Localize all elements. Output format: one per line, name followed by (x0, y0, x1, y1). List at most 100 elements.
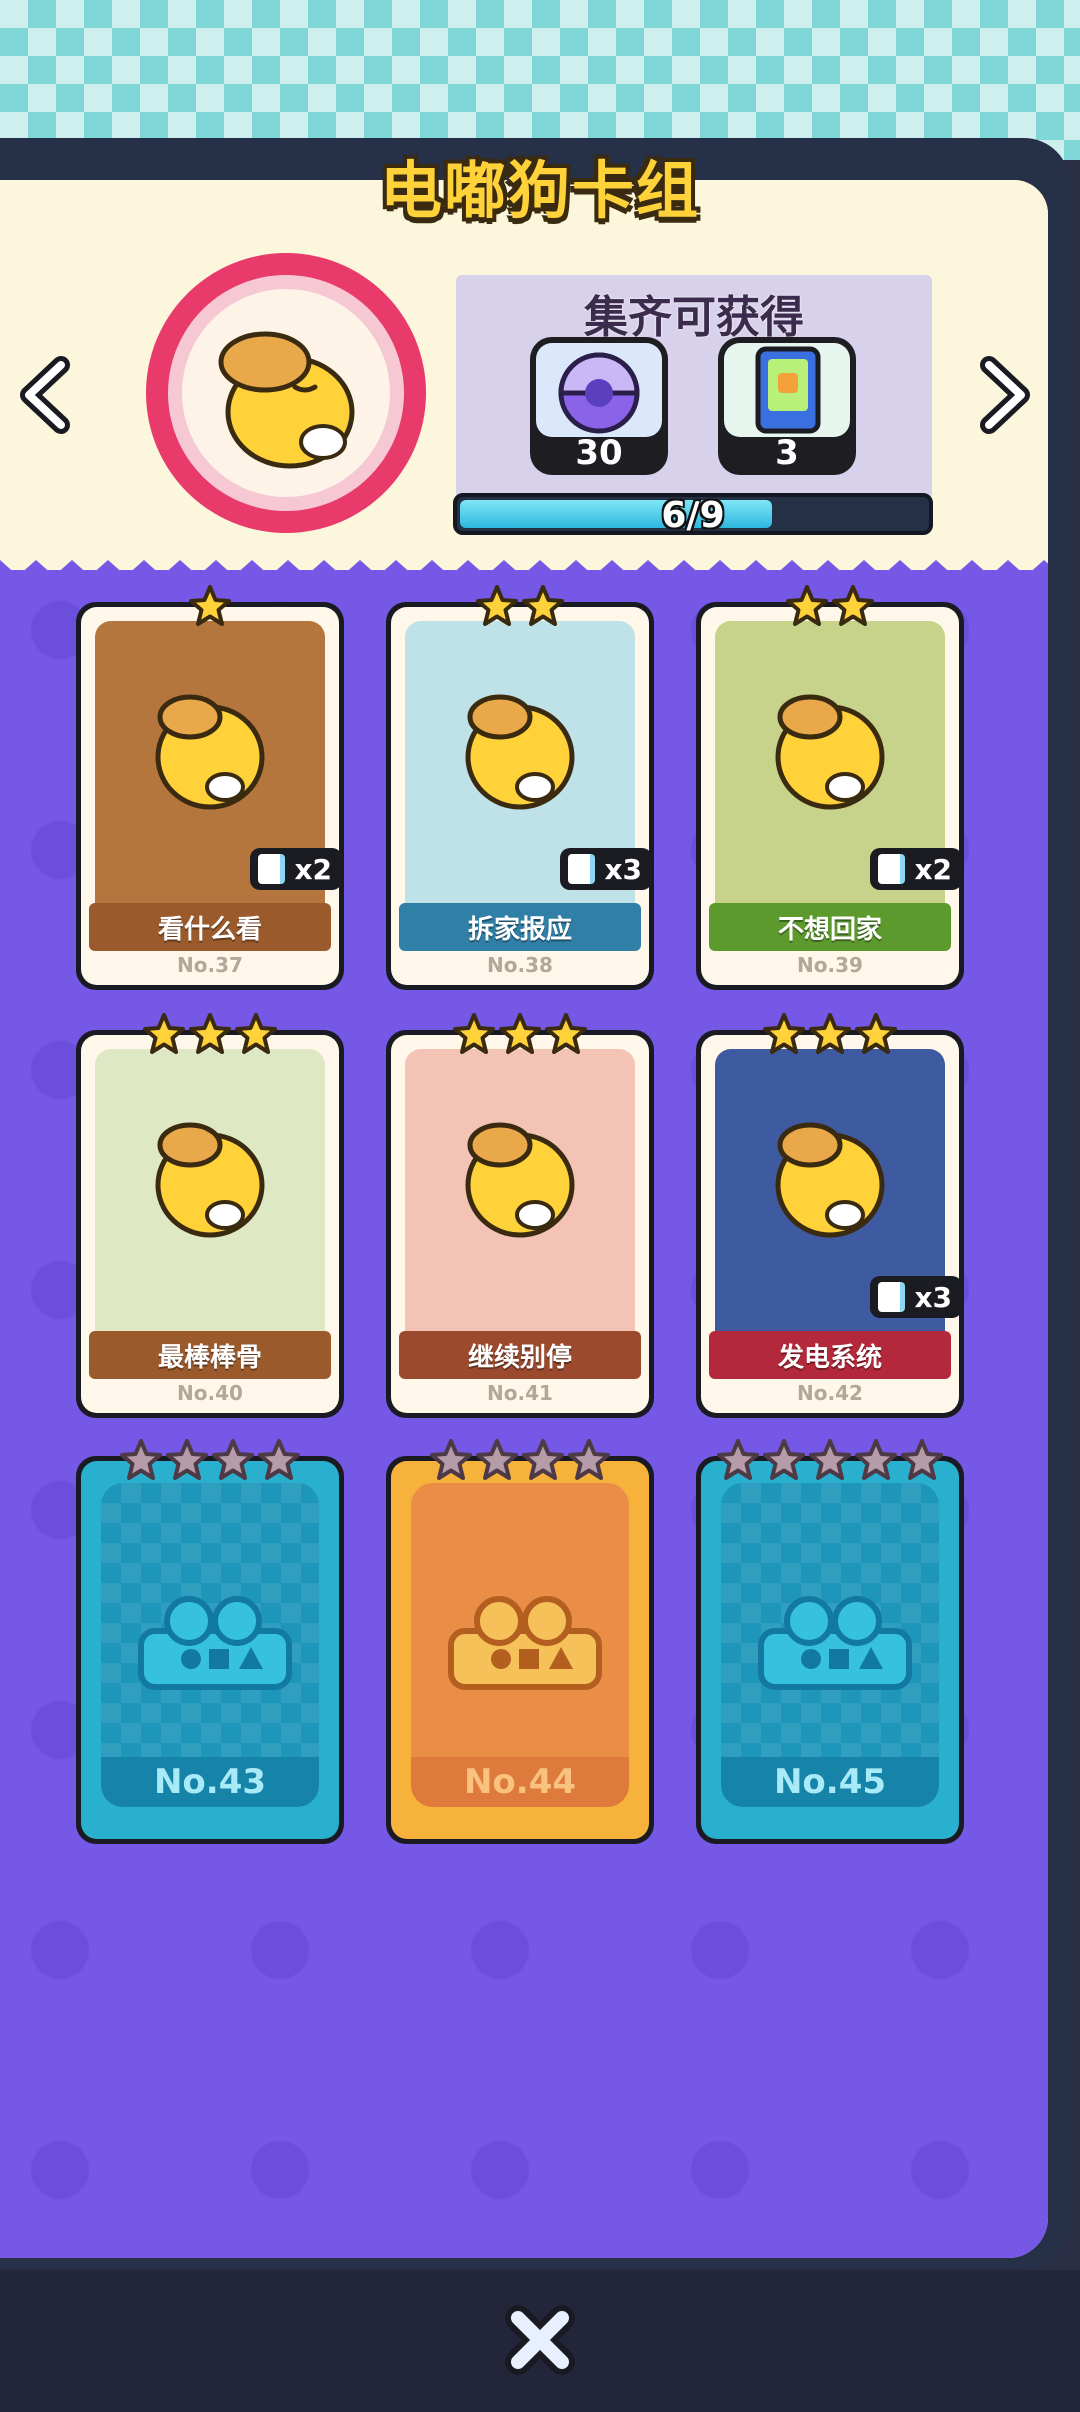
star-icon (809, 1013, 851, 1054)
card-face: 发电系统 No.42 (701, 1035, 959, 1413)
star-icon (717, 1439, 759, 1480)
collection-card[interactable]: 最棒棒骨 No.40 (76, 1013, 344, 1418)
card-title: 最棒棒骨 (89, 1331, 331, 1379)
star-icon (832, 585, 874, 626)
card-face: 拆家报应 No.38 (391, 607, 649, 985)
game-logo-icon (758, 1596, 912, 1690)
collection-card[interactable]: 看什么看 No.37 x2 (76, 585, 344, 990)
dog-icon (775, 1122, 885, 1238)
card-stars (696, 584, 964, 628)
card-stars (76, 1012, 344, 1056)
card-stars (386, 1012, 654, 1056)
star-icon (786, 585, 828, 626)
card-stars (696, 1438, 964, 1482)
card-mini-icon (568, 854, 595, 884)
locked-card[interactable]: No.45 (696, 1439, 964, 1844)
duplicate-count-badge: x2 (870, 848, 962, 890)
reward-card-pack[interactable]: 3 (718, 337, 856, 475)
locked-card-number: No.45 (721, 1757, 939, 1807)
star-icon (189, 1013, 231, 1054)
collection-card[interactable]: 拆家报应 No.38 x3 (386, 585, 654, 990)
card-title: 不想回家 (709, 903, 951, 951)
progress-text: 6/9 (661, 495, 725, 536)
star-icon (763, 1439, 805, 1480)
card-number: No.39 (797, 953, 863, 977)
card-number: No.41 (487, 1381, 553, 1405)
dog-icon (155, 1122, 265, 1238)
star-icon (235, 1013, 277, 1054)
card-mini-icon (258, 854, 285, 884)
locked-card[interactable]: No.44 (386, 1439, 654, 1844)
card-face: 看什么看 No.37 (81, 607, 339, 985)
card-stars (696, 1012, 964, 1056)
reward-title: 集齐可获得 (584, 292, 804, 343)
card-number: No.37 (177, 953, 243, 977)
star-icon (522, 1439, 564, 1480)
card-title: 发电系统 (709, 1331, 951, 1379)
card-title: 继续别停 (399, 1331, 641, 1379)
card-stars (386, 584, 654, 628)
card-face: 最棒棒骨 No.40 (81, 1035, 339, 1413)
star-icon (901, 1439, 943, 1480)
collection-card[interactable]: 继续别停 No.41 (386, 1013, 654, 1418)
star-icon (855, 1013, 897, 1054)
card-face: No.45 (701, 1461, 959, 1839)
collection-card[interactable]: 不想回家 No.39 x2 (696, 585, 964, 990)
next-arrow-button[interactable] (970, 350, 1040, 440)
reward-capsule-count: 30 (575, 433, 623, 473)
dog-icon (465, 694, 575, 810)
duplicate-count-badge: x2 (250, 848, 342, 890)
chevron-left-icon (20, 356, 70, 434)
star-icon (453, 1013, 495, 1054)
game-logo-icon (448, 1596, 602, 1690)
star-icon (212, 1439, 254, 1480)
star-icon (522, 585, 564, 626)
dog-icon (465, 1122, 575, 1238)
star-icon (258, 1439, 300, 1480)
reward-card-pack-count: 3 (775, 433, 799, 473)
card-face: 不想回家 No.39 (701, 607, 959, 985)
locked-card[interactable]: No.43 (76, 1439, 344, 1844)
reward-box: 集齐可获得 30 3 (456, 275, 932, 500)
star-icon (499, 1013, 541, 1054)
star-icon (763, 1013, 805, 1054)
locked-card-number: No.44 (411, 1757, 629, 1807)
page-title: 电嘟狗卡组 (379, 154, 700, 227)
card-pack-icon (755, 346, 821, 434)
card-number: No.42 (797, 1381, 863, 1405)
star-icon (143, 1013, 185, 1054)
game-logo-icon (138, 1596, 292, 1690)
star-icon (430, 1439, 472, 1480)
card-stars (76, 1438, 344, 1482)
collection-card[interactable]: 发电系统 No.42 x3 (696, 1013, 964, 1418)
star-icon (809, 1439, 851, 1480)
duplicate-count-badge: x3 (870, 1276, 962, 1318)
star-icon (855, 1439, 897, 1480)
dog-icon (775, 694, 885, 810)
card-face: 继续别停 No.41 (391, 1035, 649, 1413)
chevron-right-icon (980, 356, 1030, 434)
card-mini-icon (878, 1282, 905, 1312)
card-title: 拆家报应 (399, 903, 641, 951)
close-button[interactable] (500, 2300, 580, 2380)
card-face: No.44 (391, 1461, 649, 1839)
star-icon (545, 1013, 587, 1054)
dog-icon (155, 694, 265, 810)
locked-card-number: No.43 (101, 1757, 319, 1807)
prev-arrow-button[interactable] (10, 350, 80, 440)
reward-capsule[interactable]: 30 (530, 337, 668, 475)
star-icon (476, 1439, 518, 1480)
card-number: No.38 (487, 953, 553, 977)
collection-progress-bar: 6/9 (453, 493, 933, 536)
star-icon (189, 585, 231, 626)
capsule-icon (558, 352, 640, 434)
star-icon (166, 1439, 208, 1480)
star-icon (568, 1439, 610, 1480)
card-title: 看什么看 (89, 903, 331, 951)
star-icon (476, 585, 518, 626)
close-icon (505, 2305, 575, 2375)
dog-emblem-icon (146, 253, 426, 533)
checker-background (0, 0, 1080, 160)
card-stars (76, 584, 344, 628)
card-face: No.43 (81, 1461, 339, 1839)
